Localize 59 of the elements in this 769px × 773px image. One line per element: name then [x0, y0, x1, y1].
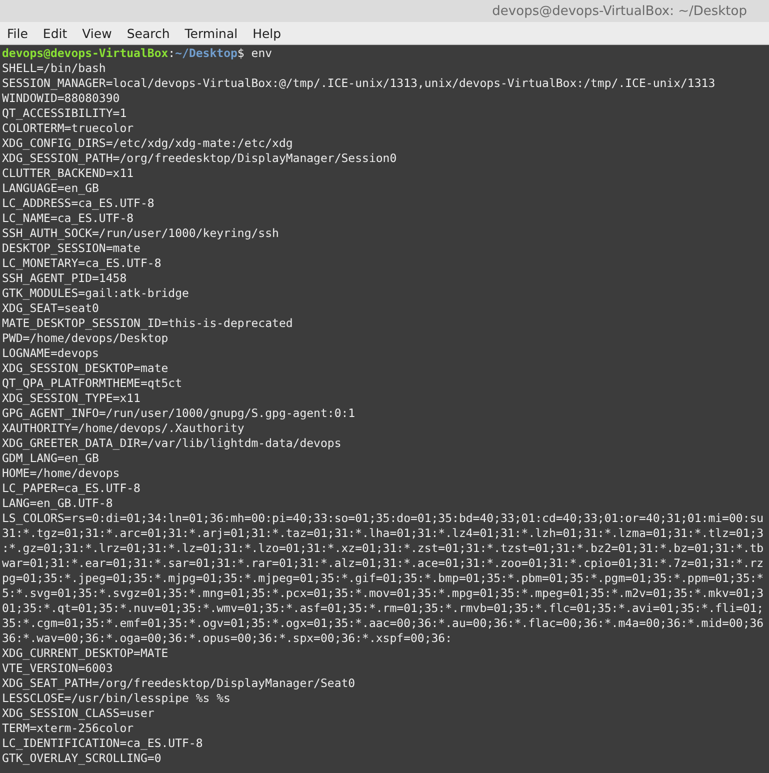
output-line: XDG_GREETER_DATA_DIR=/var/lib/lightdm-data/devops [2, 436, 342, 450]
output-line: LANG=en_GB.UTF-8 [2, 496, 113, 510]
output-line: SSH_AGENT_PID=1458 [2, 271, 127, 285]
output-line: LC_IDENTIFICATION=ca_ES.UTF-8 [2, 736, 203, 750]
output-line: QT_ACCESSIBILITY=1 [2, 106, 127, 120]
output-line: LC_MONETARY=ca_ES.UTF-8 [2, 256, 162, 270]
output-line: LC_NAME=ca_ES.UTF-8 [2, 211, 134, 225]
output-line: HOME=/home/devops [2, 466, 120, 480]
output-line: QT_QPA_PLATFORMTHEME=qt5ct [2, 376, 182, 390]
output-line: MATE_DESKTOP_SESSION_ID=this-is-deprecated [2, 316, 293, 330]
prompt-path: ~/Desktop [175, 46, 238, 60]
output-line: LANGUAGE=en_GB [2, 181, 99, 195]
output-line: LESSCLOSE=/usr/bin/lesspipe %s %s [2, 691, 230, 705]
output-line: XAUTHORITY=/home/devops/.Xauthority [2, 421, 244, 435]
output-line: GTK_OVERLAY_SCROLLING=0 [2, 751, 162, 765]
output-line: XDG_SESSION_TYPE=x11 [2, 391, 140, 405]
output-line: VTE_VERSION=6003 [2, 661, 113, 675]
output-line: war=01;31:*.ear=01;31:*.sar=01;31:*.rar=01;31:*.alz=01;31:*.ace=01;31:*.zoo=01;31:*.cpio=01;31:*.7z=01;31:*.rz [2, 556, 764, 570]
output-line: LC_PAPER=ca_ES.UTF-8 [2, 481, 140, 495]
output-line: XDG_SESSION_CLASS=user [2, 706, 154, 720]
output-line: SSH_AUTH_SOCK=/run/user/1000/keyring/ssh [2, 226, 279, 240]
prompt-separator: : [168, 46, 176, 60]
output-line: 36:*.wav=00;36:*.oga=00;36:*.opus=00;36:*.spx=00;36:*.xspf=00;36: [2, 631, 452, 645]
output-line: DESKTOP_SESSION=mate [2, 241, 140, 255]
output-line: CLUTTER_BACKEND=x11 [2, 166, 134, 180]
menu-item[interactable]: View [79, 24, 120, 42]
output-line: XDG_SESSION_DESKTOP=mate [2, 361, 168, 375]
menu-item[interactable]: Help [250, 24, 290, 42]
output-line: PWD=/home/devops/Desktop [2, 331, 168, 345]
output-line: SHELL=/bin/bash [2, 61, 106, 75]
command-text: env [251, 46, 272, 60]
output-line: LC_ADDRESS=ca_ES.UTF-8 [2, 196, 154, 210]
output-line: COLORTERM=truecolor [2, 121, 134, 135]
output-line: XDG_CONFIG_DIRS=/etc/xdg/xdg-mate:/etc/xdg [2, 136, 293, 150]
output-line: pg=01;35:*.jpeg=01;35:*.mjpg=01;35:*.mjpeg=01;35:*.gif=01;35:*.bmp=01;35:*.pbm=01;35:*.pgm=01;35:*.ppm=01;35:* [2, 571, 764, 585]
output-line: TERM=xterm-256color [2, 721, 134, 735]
window-title: devops@devops-VirtualBox: ~/Desktop [492, 4, 747, 18]
output-line: 01;35:*.qt=01;35:*.nuv=01;35:*.wmv=01;35:*.asf=01;35:*.rm=01;35:*.rmvb=01;35:*.flc=01;35:*.avi=01;35:*.fli=01; [2, 601, 764, 615]
menu-item[interactable]: File [4, 24, 36, 42]
output-line: 31:*.tgz=01;31:*.arc=01;31:*.arj=01;31:*.taz=01;31:*.lha=01;31:*.lz4=01;31:*.lzh=01;31:*.lzma=01;31:*.tlz=01;3 [2, 526, 764, 540]
prompt-symbol: $ [237, 46, 244, 60]
output-line: GDM_LANG=en_GB [2, 451, 99, 465]
output-line: XDG_SEAT=seat0 [2, 301, 99, 315]
output-line: SESSION_MANAGER=local/devops-VirtualBox:@/tmp/.ICE-unix/1313,unix/devops-VirtualBox:/tmp/.ICE-unix/1313 [2, 76, 716, 90]
output-line: GTK_MODULES=gail:atk-bridge [2, 286, 189, 300]
output-line: LS_COLORS=rs=0:di=01;34:ln=01;36:mh=00:pi=40;33:so=01;35:do=01;35:bd=40;33;01:cd=40;33;01:or=40;31;01:mi=00:su [2, 511, 764, 525]
menu-item[interactable]: Edit [40, 24, 76, 42]
output-line: XDG_CURRENT_DESKTOP=MATE [2, 646, 168, 660]
menu-item[interactable]: Search [124, 24, 178, 42]
prompt-user-host: devops@devops-VirtualBox [2, 46, 168, 60]
output-line: XDG_SEAT_PATH=/org/freedesktop/DisplayManager/Seat0 [2, 676, 356, 690]
output-line: GPG_AGENT_INFO=/run/user/1000/gnupg/S.gpg-agent:0:1 [2, 406, 356, 420]
output-line: 5:*.svg=01;35:*.svgz=01;35:*.mng=01;35:*.pcx=01;35:*.mov=01;35:*.mpg=01;35:*.mpeg=01;35:*.m2v=01;35:*.mkv=01;3 [2, 586, 764, 600]
output-line: XDG_SESSION_PATH=/org/freedesktop/DisplayManager/Session0 [2, 151, 397, 165]
output-line: WINDOWID=88080390 [2, 91, 120, 105]
menu-item[interactable]: Terminal [182, 24, 246, 42]
output-line: LOGNAME=devops [2, 346, 99, 360]
output-line: 35:*.cgm=01;35:*.emf=01;35:*.ogv=01;35:*.ogx=01;35:*.aac=00;36:*.au=00;36:*.flac=00;36:*.m4a=00;36:*.mid=00;36 [2, 616, 764, 630]
output-line: :*.gz=01;31:*.lrz=01;31:*.lz=01;31:*.lzo=01;31:*.xz=01;31:*.zst=01;31:*.tzst=01;31:*.bz2=01;31:*.bz=01;31:*.tb [2, 541, 764, 555]
